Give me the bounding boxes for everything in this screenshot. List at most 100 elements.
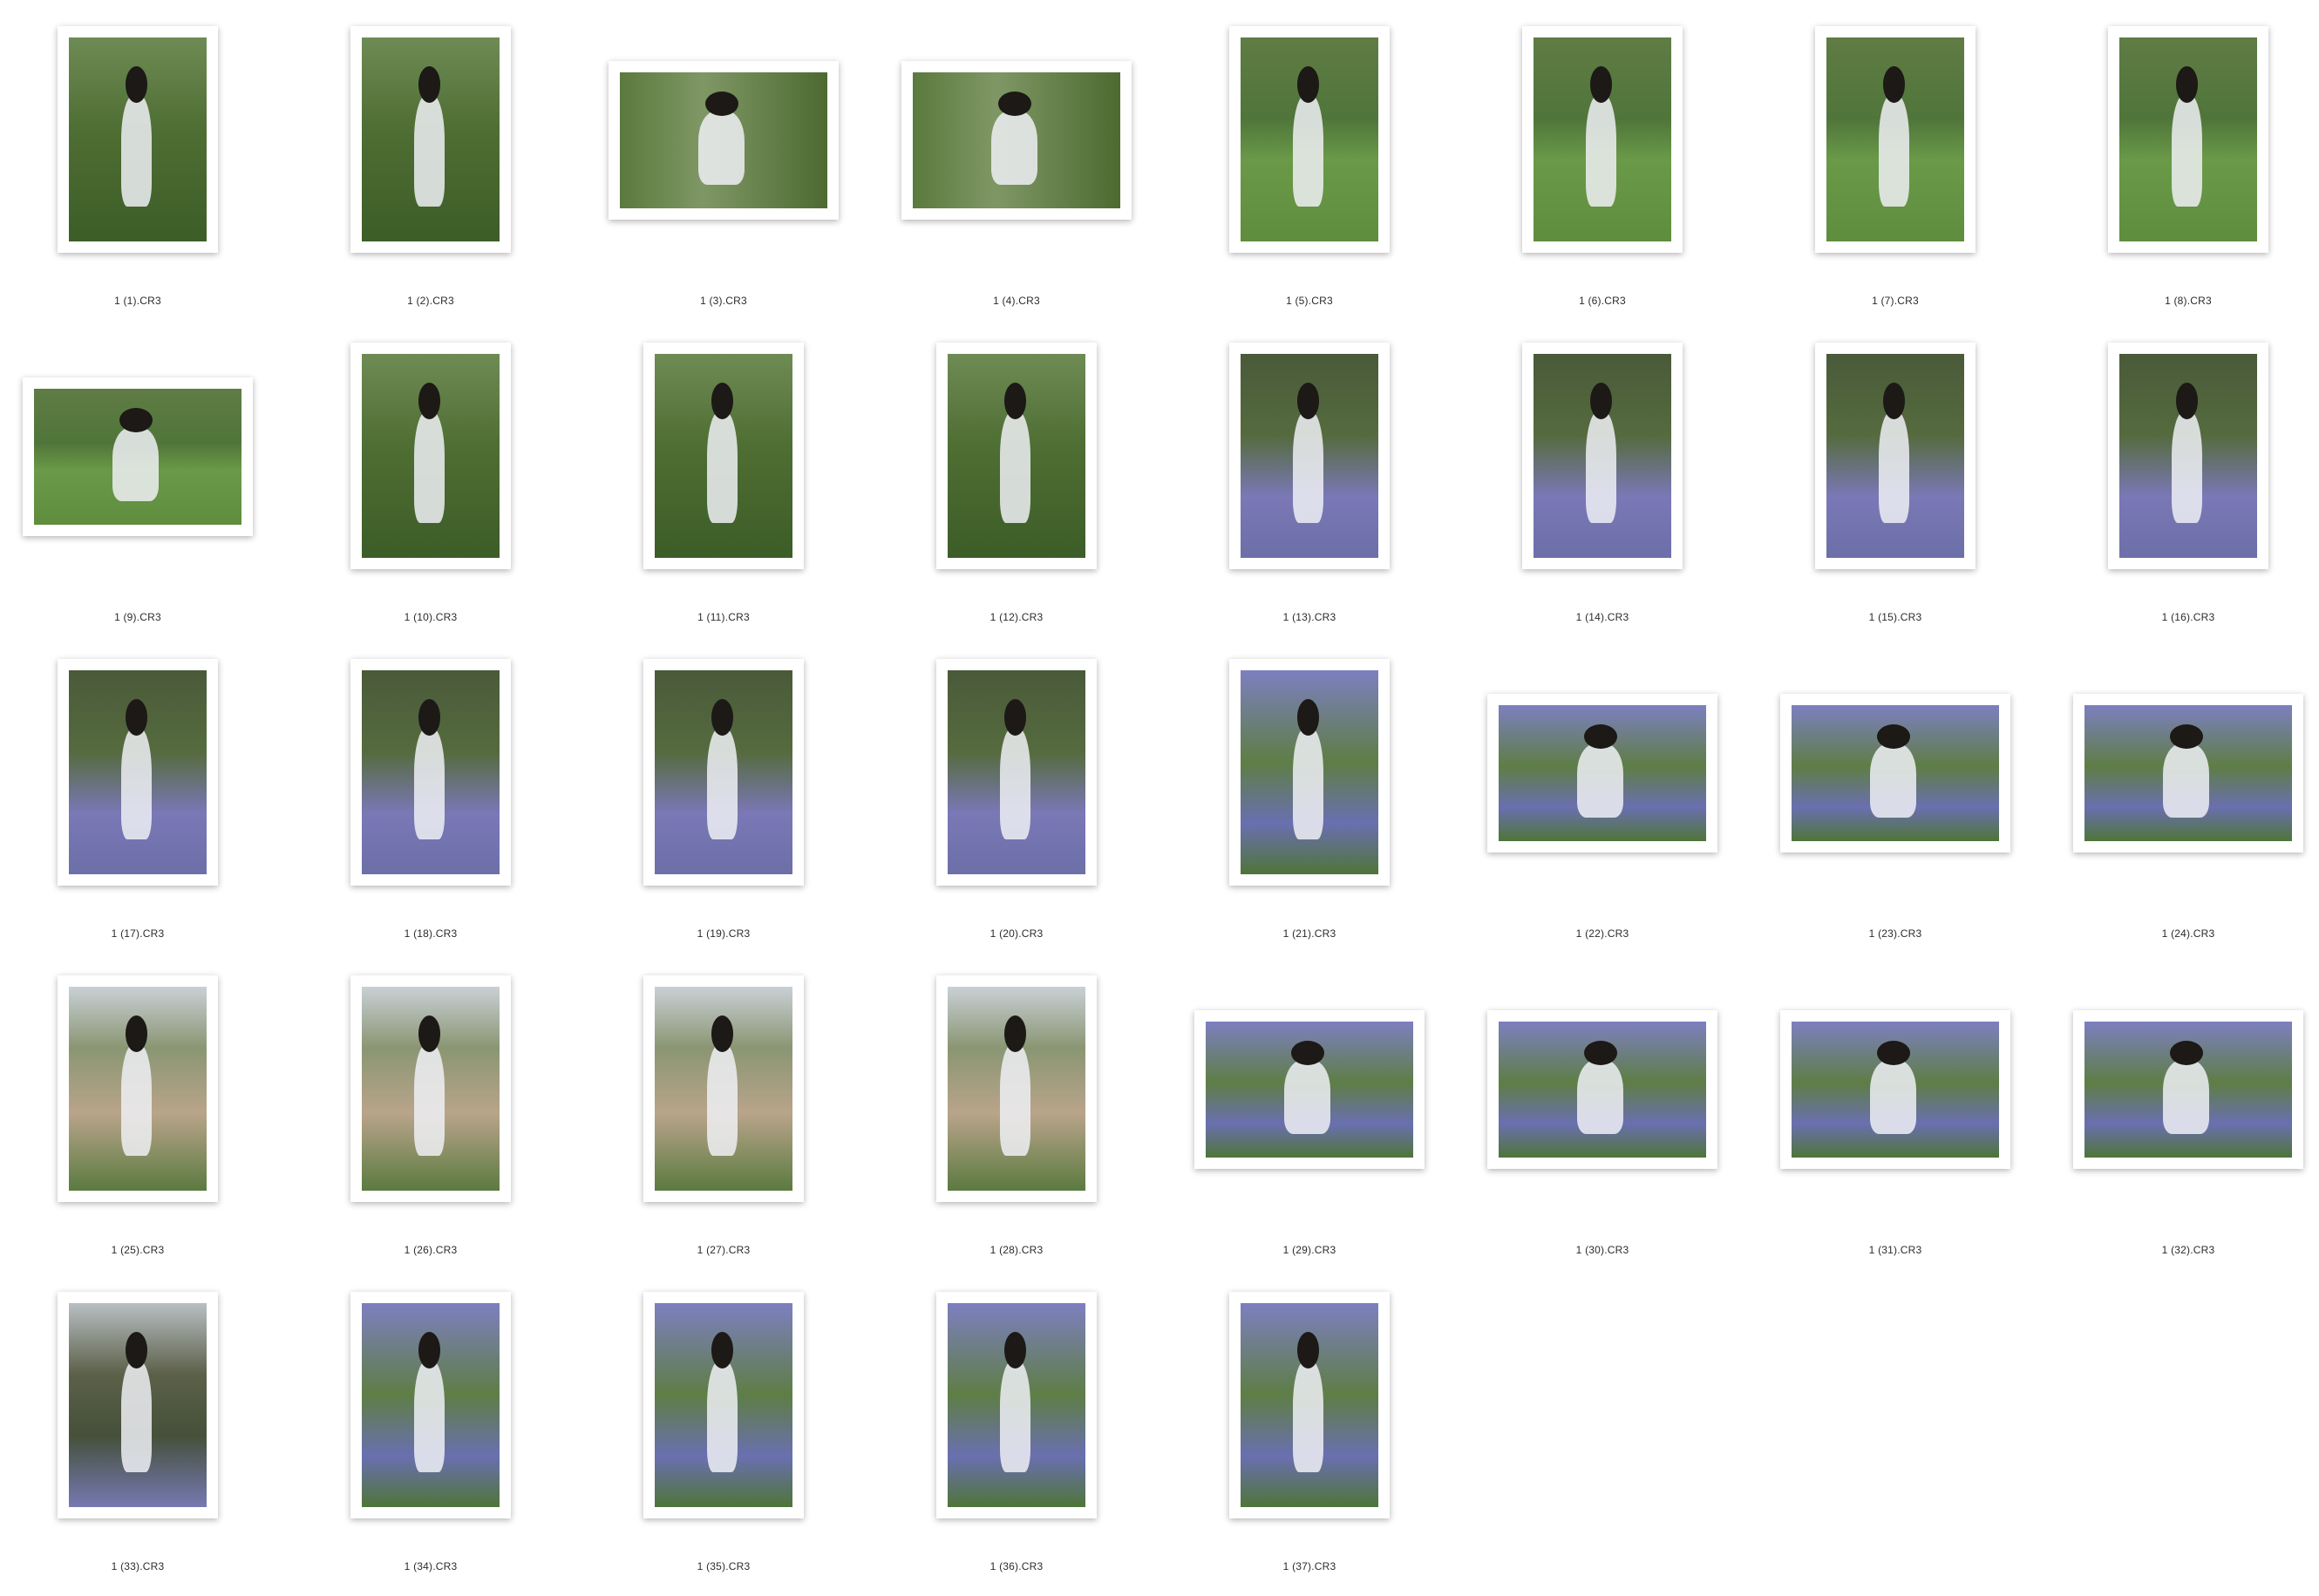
- file-item[interactable]: 1 (2).CR3: [284, 21, 577, 337]
- file-name-label[interactable]: 1 (9).CR3: [0, 611, 284, 623]
- file-item[interactable]: 1 (23).CR3: [1749, 654, 2042, 970]
- file-thumbnail[interactable]: [936, 343, 1097, 569]
- file-thumbnail[interactable]: [2073, 694, 2303, 852]
- file-thumbnail[interactable]: [350, 975, 511, 1202]
- file-item[interactable]: 1 (17).CR3: [0, 654, 284, 970]
- file-thumbnail[interactable]: [1815, 343, 1976, 569]
- file-name-label[interactable]: 1 (30).CR3: [1456, 1244, 1749, 1256]
- file-thumbnail[interactable]: [643, 659, 804, 886]
- file-thumbnail[interactable]: [1229, 659, 1390, 886]
- file-thumbnail[interactable]: [350, 26, 511, 253]
- file-item[interactable]: 1 (9).CR3: [0, 337, 284, 654]
- file-item[interactable]: 1 (20).CR3: [870, 654, 1163, 970]
- file-thumbnail[interactable]: [58, 26, 218, 253]
- file-name-label[interactable]: 1 (14).CR3: [1456, 611, 1749, 623]
- file-item[interactable]: 1 (12).CR3: [870, 337, 1163, 654]
- file-name-label[interactable]: 1 (37).CR3: [1163, 1560, 1456, 1572]
- file-thumbnail[interactable]: [58, 659, 218, 886]
- file-item[interactable]: 1 (35).CR3: [577, 1287, 870, 1596]
- file-thumbnail[interactable]: [1487, 1010, 1717, 1169]
- file-name-label[interactable]: 1 (19).CR3: [577, 927, 870, 940]
- file-thumbnail[interactable]: [1780, 694, 2010, 852]
- file-thumbnail[interactable]: [1815, 26, 1976, 253]
- file-thumbnail[interactable]: [1780, 1010, 2010, 1169]
- file-thumbnail[interactable]: [936, 659, 1097, 886]
- file-item[interactable]: 1 (5).CR3: [1163, 21, 1456, 337]
- file-thumbnail[interactable]: [609, 61, 839, 220]
- file-name-label[interactable]: 1 (1).CR3: [0, 295, 284, 307]
- file-name-label[interactable]: 1 (29).CR3: [1163, 1244, 1456, 1256]
- file-name-label[interactable]: 1 (32).CR3: [2042, 1244, 2319, 1256]
- file-name-label[interactable]: 1 (26).CR3: [284, 1244, 577, 1256]
- file-name-label[interactable]: 1 (6).CR3: [1456, 295, 1749, 307]
- file-thumbnail[interactable]: [643, 975, 804, 1202]
- file-thumbnail[interactable]: [936, 1292, 1097, 1518]
- file-thumbnail[interactable]: [1229, 343, 1390, 569]
- file-item[interactable]: 1 (15).CR3: [1749, 337, 2042, 654]
- file-item[interactable]: 1 (34).CR3: [284, 1287, 577, 1596]
- file-name-label[interactable]: 1 (18).CR3: [284, 927, 577, 940]
- file-name-label[interactable]: 1 (15).CR3: [1749, 611, 2042, 623]
- file-item[interactable]: 1 (14).CR3: [1456, 337, 1749, 654]
- file-name-label[interactable]: 1 (4).CR3: [870, 295, 1163, 307]
- file-thumbnail[interactable]: [1487, 694, 1717, 852]
- file-thumbnail[interactable]: [1229, 26, 1390, 253]
- file-name-label[interactable]: 1 (28).CR3: [870, 1244, 1163, 1256]
- file-item[interactable]: 1 (22).CR3: [1456, 654, 1749, 970]
- file-name-label[interactable]: 1 (22).CR3: [1456, 927, 1749, 940]
- file-name-label[interactable]: 1 (27).CR3: [577, 1244, 870, 1256]
- file-item[interactable]: 1 (10).CR3: [284, 337, 577, 654]
- file-item[interactable]: 1 (11).CR3: [577, 337, 870, 654]
- file-item[interactable]: 1 (32).CR3: [2042, 970, 2319, 1287]
- file-item[interactable]: 1 (36).CR3: [870, 1287, 1163, 1596]
- file-name-label[interactable]: 1 (20).CR3: [870, 927, 1163, 940]
- file-item[interactable]: 1 (19).CR3: [577, 654, 870, 970]
- file-item[interactable]: 1 (25).CR3: [0, 970, 284, 1287]
- file-thumbnail[interactable]: [643, 343, 804, 569]
- file-thumbnail[interactable]: [1522, 343, 1683, 569]
- file-name-label[interactable]: 1 (24).CR3: [2042, 927, 2319, 940]
- file-item[interactable]: 1 (6).CR3: [1456, 21, 1749, 337]
- file-item[interactable]: 1 (37).CR3: [1163, 1287, 1456, 1596]
- file-item[interactable]: 1 (26).CR3: [284, 970, 577, 1287]
- file-item[interactable]: 1 (29).CR3: [1163, 970, 1456, 1287]
- file-name-label[interactable]: 1 (17).CR3: [0, 927, 284, 940]
- file-thumbnail[interactable]: [350, 343, 511, 569]
- file-thumbnail[interactable]: [1194, 1010, 1425, 1169]
- file-item[interactable]: 1 (3).CR3: [577, 21, 870, 337]
- file-thumbnail[interactable]: [23, 377, 253, 536]
- file-name-label[interactable]: 1 (12).CR3: [870, 611, 1163, 623]
- file-thumbnail[interactable]: [2108, 343, 2268, 569]
- file-name-label[interactable]: 1 (23).CR3: [1749, 927, 2042, 940]
- file-item[interactable]: 1 (31).CR3: [1749, 970, 2042, 1287]
- file-thumbnail[interactable]: [1229, 1292, 1390, 1518]
- file-name-label[interactable]: 1 (34).CR3: [284, 1560, 577, 1572]
- file-item[interactable]: 1 (1).CR3: [0, 21, 284, 337]
- file-item[interactable]: 1 (4).CR3: [870, 21, 1163, 337]
- file-thumbnail[interactable]: [643, 1292, 804, 1518]
- file-thumbnail[interactable]: [2073, 1010, 2303, 1169]
- file-name-label[interactable]: 1 (31).CR3: [1749, 1244, 2042, 1256]
- file-item[interactable]: 1 (18).CR3: [284, 654, 577, 970]
- file-name-label[interactable]: 1 (21).CR3: [1163, 927, 1456, 940]
- file-name-label[interactable]: 1 (10).CR3: [284, 611, 577, 623]
- file-name-label[interactable]: 1 (7).CR3: [1749, 295, 2042, 307]
- file-thumbnail[interactable]: [1522, 26, 1683, 253]
- file-name-label[interactable]: 1 (5).CR3: [1163, 295, 1456, 307]
- file-name-label[interactable]: 1 (13).CR3: [1163, 611, 1456, 623]
- file-item[interactable]: 1 (24).CR3: [2042, 654, 2319, 970]
- file-item[interactable]: 1 (28).CR3: [870, 970, 1163, 1287]
- file-item[interactable]: 1 (27).CR3: [577, 970, 870, 1287]
- file-name-label[interactable]: 1 (35).CR3: [577, 1560, 870, 1572]
- file-thumbnail[interactable]: [2108, 26, 2268, 253]
- file-name-label[interactable]: 1 (16).CR3: [2042, 611, 2319, 623]
- file-name-label[interactable]: 1 (2).CR3: [284, 295, 577, 307]
- file-thumbnail[interactable]: [936, 975, 1097, 1202]
- file-item[interactable]: 1 (21).CR3: [1163, 654, 1456, 970]
- file-name-label[interactable]: 1 (25).CR3: [0, 1244, 284, 1256]
- file-name-label[interactable]: 1 (36).CR3: [870, 1560, 1163, 1572]
- file-thumbnail[interactable]: [58, 1292, 218, 1518]
- file-name-label[interactable]: 1 (33).CR3: [0, 1560, 284, 1572]
- file-name-label[interactable]: 1 (3).CR3: [577, 295, 870, 307]
- file-name-label[interactable]: 1 (11).CR3: [577, 611, 870, 623]
